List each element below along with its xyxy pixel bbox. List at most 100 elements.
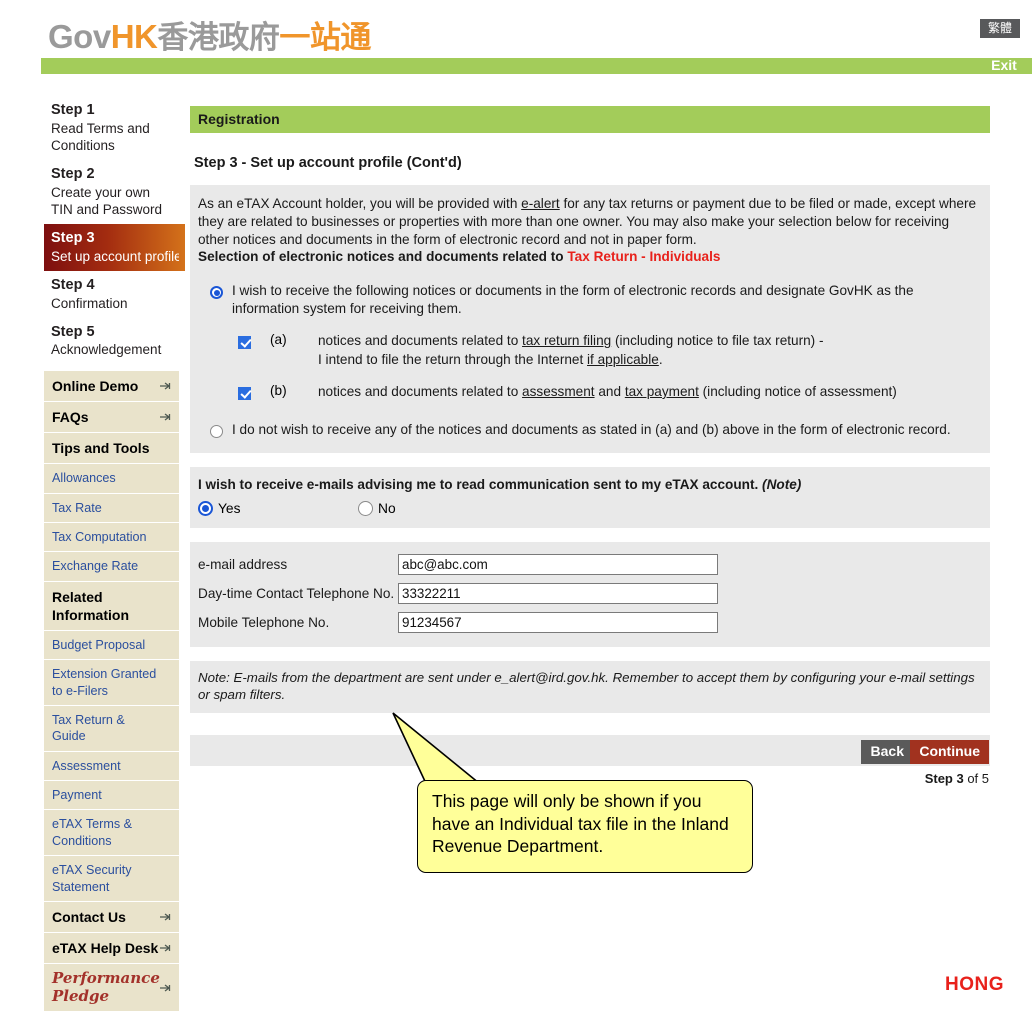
assessment-link[interactable]: assessment bbox=[522, 384, 595, 399]
logo-hk-text: HK bbox=[110, 18, 158, 55]
email-pref-yes-option[interactable]: Yes bbox=[198, 500, 358, 516]
mobile-phone-input[interactable] bbox=[398, 611, 718, 633]
sidebar-item-label: Contact Us bbox=[52, 908, 126, 925]
continue-button[interactable]: Continue bbox=[910, 740, 989, 764]
sidebar-item-label: Related Information bbox=[52, 588, 129, 623]
sidebar-step-4[interactable]: Step 4 Confirmation bbox=[44, 271, 179, 318]
sidebar-item-tax-return-and-guide[interactable]: Tax Return & Guide bbox=[44, 706, 179, 752]
email-question-text: I wish to receive e-mails advising me to… bbox=[198, 476, 763, 492]
email-address-input[interactable] bbox=[398, 553, 718, 575]
sidebar-item-label: Budget Proposal bbox=[52, 637, 146, 652]
sub-option-b-checkbox[interactable] bbox=[238, 387, 251, 401]
callout-bubble: This page will only be shown if you have… bbox=[417, 780, 753, 873]
option-no-radio-cell[interactable] bbox=[198, 421, 232, 441]
sidebar-item-budget-proposal[interactable]: Budget Proposal bbox=[44, 630, 179, 661]
main-content: Registration Step 3 - Set up account pro… bbox=[190, 106, 990, 786]
email-pref-no-radio[interactable] bbox=[358, 500, 373, 516]
email-pref-no-option[interactable]: No bbox=[358, 500, 396, 516]
action-bar: Back Continue Step 3 of 5 bbox=[190, 735, 990, 786]
option-yes-radio-cell[interactable] bbox=[198, 282, 232, 318]
email-address-row: e-mail address bbox=[198, 553, 980, 575]
step-4-subtitle: Confirmation bbox=[51, 295, 128, 311]
sidebar-menu: Online Demo FAQs Tips and Tools Allowanc… bbox=[44, 370, 179, 1012]
step-counter: Step 3 of 5 bbox=[925, 771, 989, 786]
daytime-phone-label: Day-time Contact Telephone No. bbox=[198, 585, 395, 601]
sidebar-step-2[interactable]: Step 2 Create your own TIN and Password bbox=[44, 160, 179, 224]
email-pref-no-label: No bbox=[378, 500, 396, 516]
sidebar-item-label: Tax Rate bbox=[52, 500, 102, 515]
sidebar-item-etax-help-desk[interactable]: eTAX Help Desk bbox=[44, 933, 179, 965]
logo-gov-text: Gov bbox=[48, 18, 111, 55]
step-5-title: Step 5 bbox=[51, 323, 95, 340]
if-applicable-link[interactable]: if applicable bbox=[587, 352, 659, 367]
tax-payment-link[interactable]: tax payment bbox=[625, 384, 699, 399]
govhk-logo[interactable]: GovHK香港政府一站通 bbox=[48, 12, 371, 57]
intro-text-part1: As an eTAX Account holder, you will be p… bbox=[198, 196, 522, 211]
sidebar-item-assessment[interactable]: Assessment bbox=[44, 751, 179, 782]
sidebar-item-label: Assessment bbox=[52, 758, 121, 773]
email-pref-yes-label: Yes bbox=[218, 500, 241, 516]
email-preference-panel: I wish to receive e-mails advising me to… bbox=[190, 466, 990, 528]
sidebar-step-1[interactable]: Step 1 Read Terms and Conditions bbox=[44, 96, 179, 160]
sub-option-a-checkbox-cell[interactable] bbox=[238, 332, 270, 369]
sub-a-line2-part2: . bbox=[658, 351, 663, 367]
email-question-note-tag: (Note) bbox=[762, 476, 802, 492]
sub-a-line1-part2: (including notice to file tax return) - bbox=[611, 333, 824, 349]
sidebar-item-performance-pledge[interactable]: Performance Pledge bbox=[44, 964, 179, 1012]
selection-panel: As an eTAX Account holder, you will be p… bbox=[190, 185, 990, 453]
sub-option-a-checkbox[interactable] bbox=[238, 336, 251, 350]
sub-option-a-marker: (a) bbox=[270, 332, 287, 348]
sub-option-b-row[interactable]: (b) notices and documents related to ass… bbox=[198, 383, 978, 403]
daytime-phone-input[interactable] bbox=[398, 582, 718, 604]
daytime-phone-row: Day-time Contact Telephone No. bbox=[198, 582, 980, 604]
sidebar-item-label: Payment bbox=[52, 788, 102, 803]
sidebar-item-faqs[interactable]: FAQs bbox=[44, 401, 179, 433]
selection-heading-text: Selection of electronic notices and docu… bbox=[198, 248, 568, 264]
email-note-text: Note: E-mails from the department are se… bbox=[190, 660, 990, 713]
exit-button[interactable]: Exit bbox=[976, 58, 1032, 74]
sidebar-item-tips-and-tools[interactable]: Tips and Tools bbox=[44, 432, 179, 465]
sub-option-a-text: notices and documents related to tax ret… bbox=[318, 332, 824, 369]
step-2-title: Step 2 bbox=[51, 166, 95, 183]
step-1-title: Step 1 bbox=[51, 102, 95, 118]
sidebar-item-etax-terms-and-conditions[interactable]: eTAX Terms & Conditions bbox=[44, 810, 179, 857]
e-alert-link[interactable]: e-alert bbox=[521, 196, 560, 211]
option-yes-row[interactable]: I wish to receive the following notices … bbox=[198, 282, 978, 318]
mobile-phone-row: Mobile Telephone No. bbox=[198, 611, 980, 633]
language-toggle-button[interactable]: 繁體 bbox=[979, 19, 1020, 39]
email-preference-question: I wish to receive e-mails advising me to… bbox=[198, 477, 980, 492]
sidebar-item-tax-computation[interactable]: Tax Computation bbox=[44, 522, 179, 553]
sidebar-item-extension-granted-to-e-filers[interactable]: Extension Granted to e-Filers bbox=[44, 660, 179, 707]
sub-b-part2: and bbox=[594, 383, 625, 399]
sidebar-item-related-information[interactable]: Related Information bbox=[44, 581, 179, 631]
page-header: GovHK香港政府一站通 繁體 Exit bbox=[0, 0, 1033, 78]
sub-option-b-marker: (b) bbox=[270, 382, 287, 398]
tax-return-filing-link[interactable]: tax return filing bbox=[522, 333, 611, 348]
step-4-title: Step 4 bbox=[51, 276, 95, 293]
sidebar-item-tax-rate[interactable]: Tax Rate bbox=[44, 493, 179, 523]
sub-a-line2-part1: I intend to file the return through the … bbox=[318, 351, 588, 367]
sidebar-item-etax-security-statement[interactable]: eTAX Security Statement bbox=[44, 856, 179, 902]
sidebar-item-online-demo[interactable]: Online Demo bbox=[44, 370, 179, 402]
logo-chinese-orange: 一站通 bbox=[279, 20, 371, 55]
option-no-row[interactable]: I do not wish to receive any of the noti… bbox=[198, 421, 978, 441]
sub-option-b-text: notices and documents related to assessm… bbox=[318, 383, 897, 403]
sidebar-step-3-active[interactable]: Step 3 Set up account profile bbox=[44, 224, 185, 271]
back-button[interactable]: Back bbox=[860, 740, 914, 764]
sidebar-item-label: eTAX Terms & Conditions bbox=[52, 817, 133, 848]
sub-option-a-row[interactable]: (a) notices and documents related to tax… bbox=[198, 332, 978, 369]
sidebar-step-5[interactable]: Step 5 Acknowledgement bbox=[44, 318, 179, 365]
sub-b-part1: notices and documents related to bbox=[318, 383, 523, 399]
sidebar-item-payment[interactable]: Payment bbox=[44, 781, 179, 811]
step-2-subtitle: Create your own TIN and Password bbox=[51, 184, 163, 217]
sidebar-item-exchange-rate[interactable]: Exchange Rate bbox=[44, 552, 179, 582]
sub-option-b-checkbox-cell[interactable] bbox=[238, 383, 270, 403]
sidebar-item-contact-us[interactable]: Contact Us bbox=[44, 901, 179, 934]
sidebar-item-label: FAQs bbox=[52, 408, 89, 425]
sidebar-item-allowances[interactable]: Allowances bbox=[44, 464, 179, 494]
option-yes-radio[interactable] bbox=[210, 286, 223, 300]
sidebar-item-label: Exchange Rate bbox=[52, 559, 139, 574]
option-no-radio[interactable] bbox=[210, 425, 223, 439]
email-pref-yes-radio[interactable] bbox=[198, 500, 213, 516]
logo-chinese-gray: 香港政府 bbox=[157, 20, 280, 55]
